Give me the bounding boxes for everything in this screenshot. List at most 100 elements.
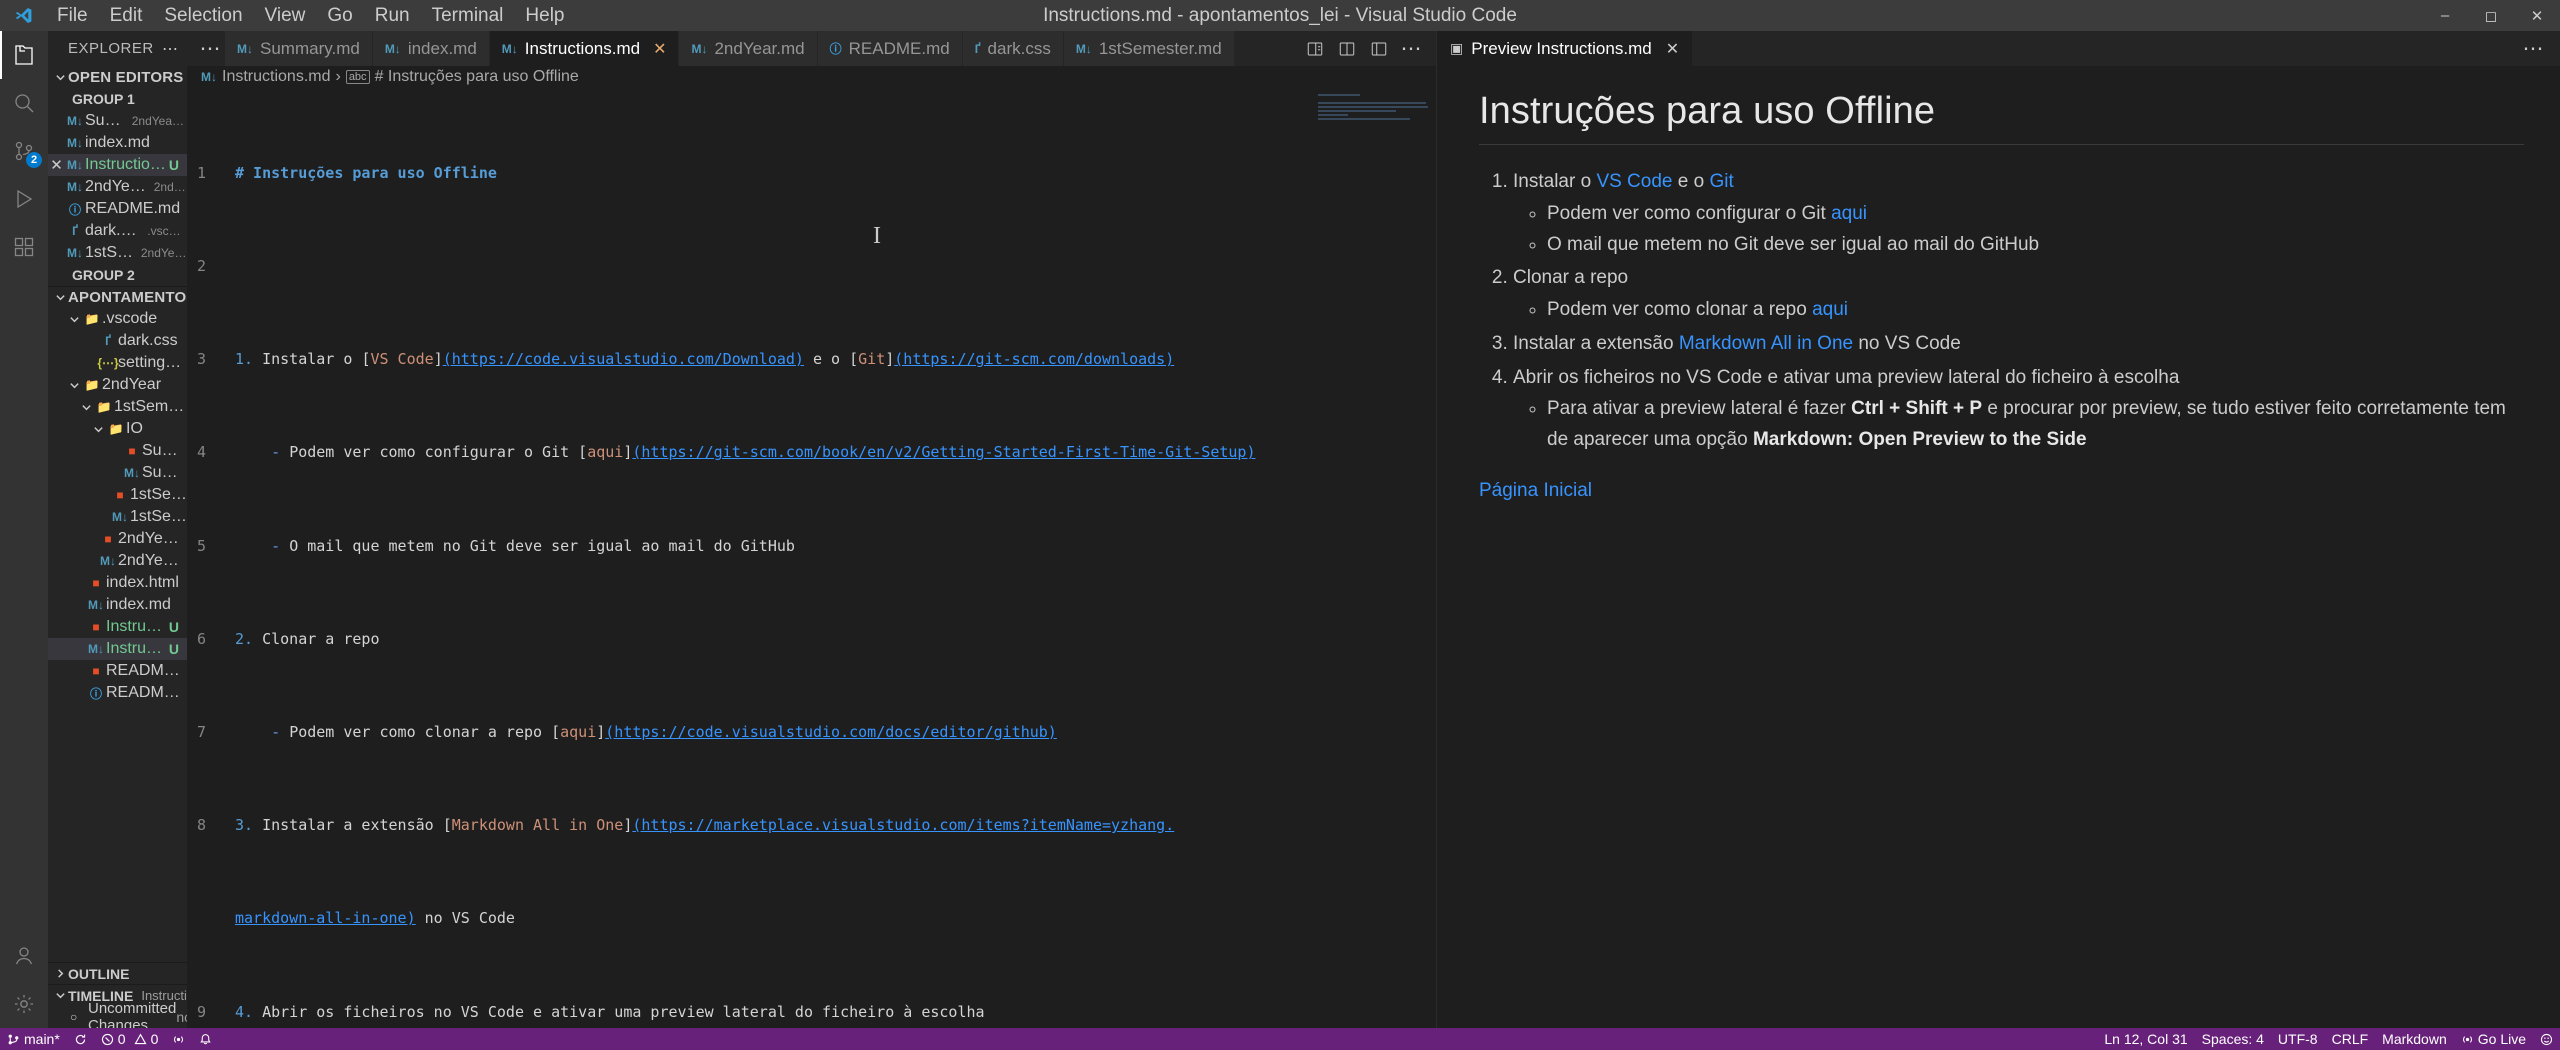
preview-tabs[interactable]: ▣ Preview Instructions.md ✕ ⋯ xyxy=(1437,31,2560,66)
open-editor-2ndyear-md[interactable]: M↓ 2ndYear.md 2ndYear xyxy=(48,176,187,198)
menu-selection[interactable]: Selection xyxy=(153,2,253,30)
tree-file-summary-html[interactable]: ■ Summary.html xyxy=(48,440,187,462)
close-button[interactable]: ✕ xyxy=(2514,0,2560,31)
tree-file-2ndyear-html[interactable]: ■ 2ndYear.html xyxy=(48,528,187,550)
token[interactable]: (https://code.visualstudio.com/docs/edit… xyxy=(605,723,1057,741)
open-editor-index-md[interactable]: M↓ index.md xyxy=(48,132,187,154)
tab-index-md[interactable]: M↓ index.md xyxy=(372,31,490,66)
sidebar-more-icon[interactable]: ⋯ xyxy=(162,39,179,59)
code-editor[interactable]: 1 # Instruções para uso Offline 2 3 1. I… xyxy=(187,88,1436,1028)
token[interactable]: (https://code.visualstudio.com/Download) xyxy=(443,350,804,368)
tree-file-1stsemester-html[interactable]: ■ 1stSemester.html xyxy=(48,484,187,506)
token[interactable]: (https://marketplace.visualstudio.com/it… xyxy=(632,816,1174,834)
window-controls[interactable]: – ◻ ✕ xyxy=(2422,0,2560,31)
token[interactable]: (https://git-scm.com/book/en/v2/Getting-… xyxy=(632,443,1255,461)
open-editor-1stsemester-md[interactable]: M↓ 1stSemester.md 2ndYear\1stSeme... xyxy=(48,242,187,264)
tree-file-instructions-html[interactable]: ■ Instructions.html U xyxy=(48,616,187,638)
activity-manage-gear-icon[interactable] xyxy=(0,980,48,1028)
menu-bar[interactable]: File Edit Selection View Go Run Terminal… xyxy=(46,2,576,30)
menu-help[interactable]: Help xyxy=(514,2,575,30)
close-icon[interactable]: ✕ xyxy=(48,156,65,174)
tree-file-readme-md[interactable]: ⓘ README.md xyxy=(48,682,187,704)
status-language-mode[interactable]: Markdown xyxy=(2375,1028,2454,1050)
link-aqui[interactable]: aqui xyxy=(1812,299,1848,320)
editor-tabs[interactable]: ⋯ M↓ Summary.md M↓ index.md M↓ Instructi… xyxy=(187,31,1436,66)
tab-close-icon[interactable]: ✕ xyxy=(653,39,666,59)
tree-file-readme-html[interactable]: ■ README.html xyxy=(48,660,187,682)
tree-file-instructions-md[interactable]: M↓ Instructions.md U xyxy=(48,638,187,660)
tab-dark-css[interactable]: Ґ dark.css xyxy=(962,31,1064,66)
more-actions-icon[interactable]: ⋯ xyxy=(2518,34,2548,64)
tree-file-2ndyear-md[interactable]: M↓ 2ndYear.md xyxy=(48,550,187,572)
activity-accounts[interactable] xyxy=(0,932,48,980)
status-cursor-position[interactable]: Ln 12, Col 31 xyxy=(2097,1028,2194,1050)
editor-actions[interactable]: ⋯ xyxy=(1290,31,1436,66)
open-preview-to-side-icon[interactable] xyxy=(1300,34,1330,64)
open-editor-summary-md[interactable]: M↓ Summary.md 2ndYear\1stSemester... xyxy=(48,110,187,132)
maximize-button[interactable]: ◻ xyxy=(2468,0,2514,31)
tree-file-index-html[interactable]: ■ index.html xyxy=(48,572,187,594)
activity-search[interactable] xyxy=(0,79,48,127)
tree-folder-vscode[interactable]: 📁 .vscode xyxy=(48,308,187,330)
status-feedback[interactable] xyxy=(2533,1028,2560,1050)
tree-file-index-md[interactable]: M↓ index.md xyxy=(48,594,187,616)
preview-actions[interactable]: ⋯ xyxy=(2506,31,2560,66)
status-indentation[interactable]: Spaces: 4 xyxy=(2195,1028,2271,1050)
tab-preview-instructions[interactable]: ▣ Preview Instructions.md ✕ xyxy=(1437,31,1693,66)
token[interactable]: (https://git-scm.com/downloads) xyxy=(894,350,1174,368)
activity-run-debug[interactable] xyxy=(0,175,48,223)
minimize-button[interactable]: – xyxy=(2422,0,2468,31)
section-workspace[interactable]: APONTAMENTOS_LEI xyxy=(48,286,187,308)
status-bell[interactable] xyxy=(192,1028,219,1050)
tabs-overflow-icon[interactable]: ⋯ xyxy=(195,33,225,63)
status-eol[interactable]: CRLF xyxy=(2325,1028,2376,1050)
section-open-editors[interactable]: OPEN EDITORS xyxy=(48,66,187,88)
tab-summary-md[interactable]: M↓ Summary.md xyxy=(225,31,373,66)
minimap[interactable] xyxy=(1318,94,1428,134)
breadcrumb[interactable]: M↓ Instructions.md › abc # Instruções pa… xyxy=(187,66,1436,88)
tree-folder-1stsemester[interactable]: 📁 1stSemester xyxy=(48,396,187,418)
menu-run[interactable]: Run xyxy=(364,2,421,30)
status-encoding[interactable]: UTF-8 xyxy=(2271,1028,2325,1050)
status-ports[interactable] xyxy=(165,1028,192,1050)
status-problems[interactable]: 0 0 xyxy=(94,1028,166,1050)
tree-folder-io[interactable]: 📁 IO xyxy=(48,418,187,440)
tree-file-1stsemester-md[interactable]: M↓ 1stSemester.md xyxy=(48,506,187,528)
open-editor-instructions-md[interactable]: ✕ M↓ Instructions.md U xyxy=(48,154,187,176)
more-actions-icon[interactable]: ⋯ xyxy=(1396,34,1426,64)
tab-2ndyear-md[interactable]: M↓ 2ndYear.md xyxy=(679,31,818,66)
activity-source-control[interactable]: 2 xyxy=(0,127,48,175)
section-outline[interactable]: OUTLINE xyxy=(48,962,187,984)
activity-extensions[interactable] xyxy=(0,223,48,271)
tree-file-summary-md[interactable]: M↓ Summary.md xyxy=(48,462,187,484)
activity-explorer[interactable] xyxy=(0,31,48,79)
link-pagina-inicial[interactable]: Página Inicial xyxy=(1479,480,1592,501)
tab-readme-md[interactable]: ⓘ README.md xyxy=(817,31,963,66)
menu-view[interactable]: View xyxy=(254,2,317,30)
status-branch[interactable]: main* xyxy=(0,1028,67,1050)
link-vs-code[interactable]: VS Code xyxy=(1596,171,1672,192)
status-go-live[interactable]: Go Live xyxy=(2454,1028,2533,1050)
tree-file-dark-css[interactable]: Ґ dark.css xyxy=(48,330,187,352)
split-editor-right-icon[interactable] xyxy=(1332,34,1362,64)
close-icon[interactable]: ✕ xyxy=(1666,39,1679,59)
status-sync[interactable] xyxy=(67,1028,94,1050)
menu-edit[interactable]: Edit xyxy=(99,2,154,30)
tree-file-settings-json[interactable]: {⋯} settings.json xyxy=(48,352,187,374)
open-editor-dark-css[interactable]: Ґ dark.css .vscode xyxy=(48,220,187,242)
link-aqui[interactable]: aqui xyxy=(1831,203,1867,224)
link-markdown-all-in-one[interactable]: Markdown All in One xyxy=(1679,333,1853,354)
breadcrumb-symbol[interactable]: # Instruções para uso Offline xyxy=(375,68,579,86)
tab-instructions-md[interactable]: M↓ Instructions.md ✕ xyxy=(489,31,680,66)
tab-1stsemester-md[interactable]: M↓ 1stSemester.md xyxy=(1063,31,1235,66)
tree-folder-2ndyear[interactable]: 📁 2ndYear xyxy=(48,374,187,396)
timeline-item-uncommitted[interactable]: ○ Uncommitted Changes now xyxy=(48,1000,187,1028)
menu-file[interactable]: File xyxy=(46,2,99,30)
link-git[interactable]: Git xyxy=(1709,171,1733,192)
activity-bar[interactable]: 2 xyxy=(0,31,48,1028)
token[interactable]: markdown-all-in-one) xyxy=(235,909,416,927)
open-editor-readme-md[interactable]: ⓘ README.md xyxy=(48,198,187,220)
toggle-panel-icon[interactable] xyxy=(1364,34,1394,64)
menu-go[interactable]: Go xyxy=(316,2,363,30)
breadcrumb-file[interactable]: Instructions.md xyxy=(222,68,330,86)
